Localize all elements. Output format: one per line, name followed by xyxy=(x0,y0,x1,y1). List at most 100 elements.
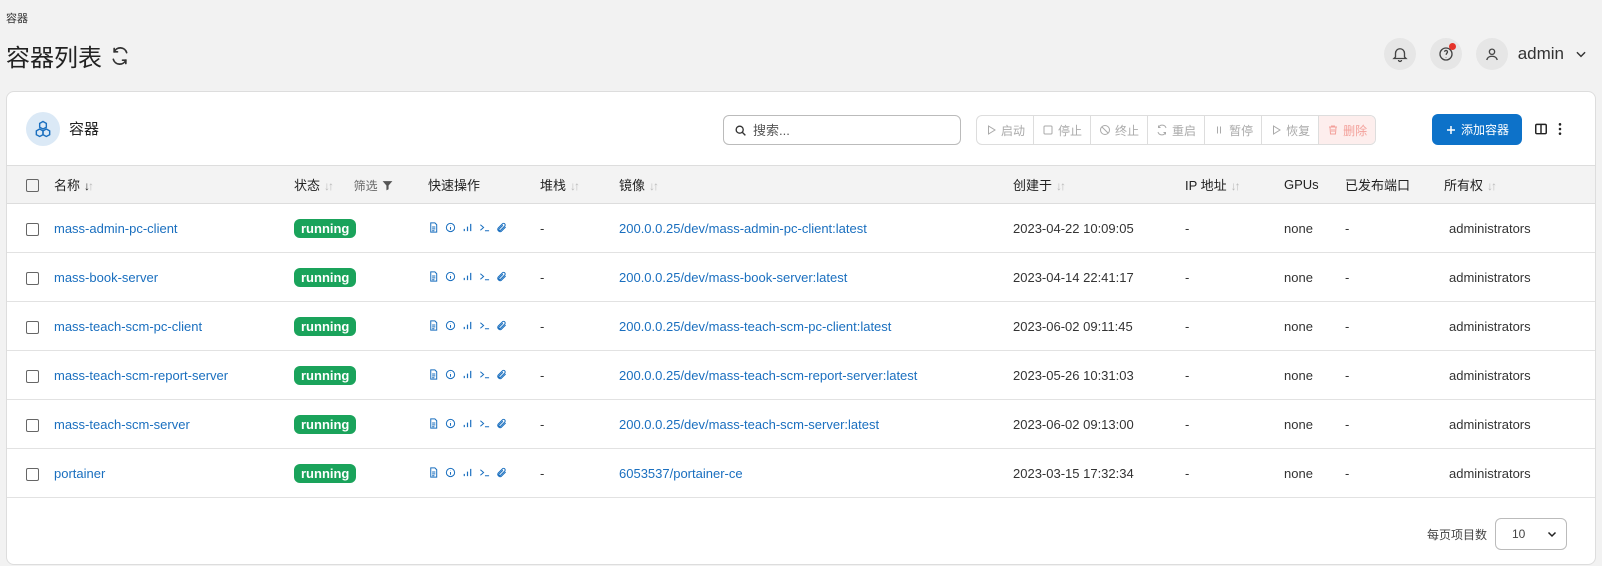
console-icon[interactable] xyxy=(479,369,490,380)
attach-icon[interactable] xyxy=(496,369,507,380)
stop-button[interactable]: 停止 xyxy=(1034,116,1092,144)
stats-icon[interactable] xyxy=(462,369,473,380)
stats-icon[interactable] xyxy=(462,271,473,282)
image-link[interactable]: 200.0.0.25/dev/mass-book-server:latest xyxy=(619,270,847,285)
row-checkbox[interactable] xyxy=(26,369,39,383)
columns-icon[interactable] xyxy=(1534,122,1548,136)
attach-icon[interactable] xyxy=(496,271,507,282)
image-link[interactable]: 200.0.0.25/dev/mass-teach-scm-pc-client:… xyxy=(619,319,891,334)
select-all-checkbox[interactable] xyxy=(26,179,39,193)
container-name-link[interactable]: mass-teach-scm-server xyxy=(54,417,190,432)
notifications-button[interactable] xyxy=(1383,38,1416,70)
stats-icon[interactable] xyxy=(462,222,473,233)
card-header: 容器 启动 停止 终止 重启 暂停 xyxy=(7,92,1595,165)
image-link[interactable]: 200.0.0.25/dev/mass-admin-pc-client:late… xyxy=(619,221,867,236)
user-menu[interactable]: admin xyxy=(1475,38,1588,70)
console-icon[interactable] xyxy=(479,467,490,478)
row-checkbox[interactable] xyxy=(26,222,39,236)
table-header-row: 名称 ↓↑ 状态 ↓↑ 筛选 快速操作 堆栈 ↓↑ 镜像 ↓↑ 创建于 ↓↑ IP 地址 ↓… xyxy=(7,165,1595,204)
card-title: 容器 xyxy=(69,121,100,138)
column-name[interactable]: 名称 ↓↑ xyxy=(54,166,294,204)
column-image[interactable]: 镜像 ↓↑ xyxy=(619,166,1013,204)
created-cell: 2023-06-02 09:11:45 xyxy=(1013,318,1133,334)
image-link[interactable]: 200.0.0.25/dev/mass-teach-scm-report-ser… xyxy=(619,368,917,383)
ports-cell: - xyxy=(1345,465,1350,481)
column-ownership-label: 所有权 xyxy=(1444,178,1484,193)
column-ip[interactable]: IP 地址 ↓↑ xyxy=(1185,166,1284,204)
logs-icon[interactable] xyxy=(428,319,439,331)
sort-icon: ↓↑ xyxy=(1230,179,1241,193)
ip-cell: - xyxy=(1185,269,1190,285)
logs-icon[interactable] xyxy=(428,417,439,429)
page-size-select[interactable]: 10 xyxy=(1495,518,1567,550)
row-checkbox[interactable] xyxy=(26,320,39,334)
kill-button[interactable]: 终止 xyxy=(1091,116,1149,144)
column-stack[interactable]: 堆栈 ↓↑ xyxy=(540,166,619,204)
gpus-cell: none xyxy=(1284,220,1313,236)
console-icon[interactable] xyxy=(479,320,490,331)
console-icon[interactable] xyxy=(479,222,490,233)
ip-cell: - xyxy=(1185,465,1190,481)
inspect-icon[interactable] xyxy=(445,369,456,380)
search-input[interactable] xyxy=(753,122,953,138)
inspect-icon[interactable] xyxy=(445,222,456,233)
play-icon xyxy=(988,125,996,135)
container-name-link[interactable]: portainer xyxy=(54,466,105,481)
container-name-link[interactable]: mass-admin-pc-client xyxy=(54,221,178,236)
containers-table: 名称 ↓↑ 状态 ↓↑ 筛选 快速操作 堆栈 ↓↑ 镜像 ↓↑ 创建于 ↓↑ IP 地址 ↓… xyxy=(7,165,1595,498)
resume-button[interactable]: 恢复 xyxy=(1262,116,1320,144)
state-filter[interactable]: 筛选 xyxy=(354,177,394,194)
console-icon[interactable] xyxy=(479,418,490,429)
row-checkbox[interactable] xyxy=(26,467,39,481)
stats-icon[interactable] xyxy=(462,320,473,331)
status-badge: running xyxy=(294,267,357,287)
help-button[interactable] xyxy=(1429,38,1462,70)
row-checkbox[interactable] xyxy=(26,418,39,432)
sort-icon: ↓↑ xyxy=(570,179,580,193)
inspect-icon[interactable] xyxy=(445,320,456,331)
kebab-icon[interactable] xyxy=(1557,122,1563,136)
logs-icon[interactable] xyxy=(428,466,439,478)
ownership-cell: administrators xyxy=(1449,318,1531,334)
container-name-link[interactable]: mass-teach-scm-report-server xyxy=(54,368,228,383)
page-title-bar: 容器列表 xyxy=(6,38,130,73)
attach-icon[interactable] xyxy=(496,320,507,331)
console-icon[interactable] xyxy=(479,271,490,282)
avatar xyxy=(1475,38,1508,70)
column-ownership[interactable]: 所有权 ↓↑ xyxy=(1444,166,1595,204)
image-link[interactable]: 6053537/portainer-ce xyxy=(619,466,743,481)
column-quick-actions: 快速操作 xyxy=(428,178,481,193)
refresh-icon[interactable] xyxy=(110,46,130,66)
inspect-icon[interactable] xyxy=(445,418,456,429)
logs-icon[interactable] xyxy=(428,221,439,233)
logs-icon[interactable] xyxy=(428,368,439,380)
inspect-icon[interactable] xyxy=(445,467,456,478)
pause-icon xyxy=(1217,126,1222,134)
row-checkbox[interactable] xyxy=(26,271,39,285)
add-container-button[interactable]: 添加容器 xyxy=(1432,114,1522,145)
inspect-icon[interactable] xyxy=(445,271,456,282)
notification-dot xyxy=(1448,43,1456,50)
container-name-link[interactable]: mass-book-server xyxy=(54,270,158,285)
restart-button[interactable]: 重启 xyxy=(1148,116,1206,144)
stats-icon[interactable] xyxy=(462,418,473,429)
status-badge: running xyxy=(294,414,357,434)
column-created[interactable]: 创建于 ↓↑ xyxy=(1013,166,1185,204)
stats-icon[interactable] xyxy=(462,467,473,478)
column-state[interactable]: 状态 ↓↑ 筛选 xyxy=(294,166,428,204)
sort-icon: ↓↑ xyxy=(84,179,94,193)
table-row: mass-teach-scm-pc-client running - 200.0… xyxy=(7,302,1595,351)
container-name-link[interactable]: mass-teach-scm-pc-client xyxy=(54,319,202,334)
attach-icon[interactable] xyxy=(496,222,507,233)
column-state-label: 状态 xyxy=(294,178,321,193)
attach-icon[interactable] xyxy=(496,467,507,478)
image-link[interactable]: 200.0.0.25/dev/mass-teach-scm-server:lat… xyxy=(619,417,879,432)
filter-icon xyxy=(382,181,393,191)
attach-icon[interactable] xyxy=(496,418,507,429)
remove-button[interactable]: 删除 xyxy=(1319,116,1376,144)
logs-icon[interactable] xyxy=(428,270,439,282)
pause-button[interactable]: 暂停 xyxy=(1205,116,1263,144)
ownership-cell: administrators xyxy=(1449,269,1531,285)
remove-label: 删除 xyxy=(1343,123,1368,138)
start-button[interactable]: 启动 xyxy=(977,116,1035,144)
